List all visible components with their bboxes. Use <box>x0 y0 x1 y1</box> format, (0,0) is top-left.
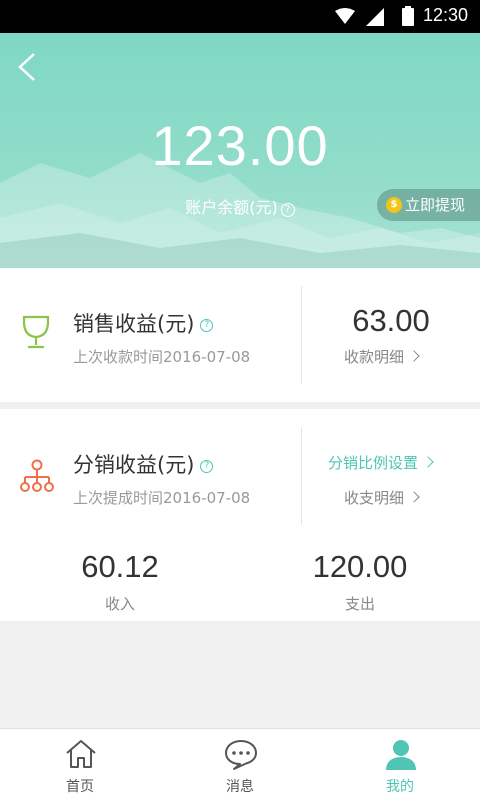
tab-messages[interactable]: 消息 <box>160 729 320 800</box>
sales-detail-link[interactable]: 收款明细 <box>344 346 420 367</box>
signal-icon <box>366 8 384 26</box>
balance-header: 123.00 账户余额(元)? $ 立即提现 <box>0 33 480 268</box>
balance-label: 账户余额(元) <box>185 198 278 217</box>
income-value: 60.12 <box>81 549 159 584</box>
status-bar: 12:30 <box>0 0 480 33</box>
expense-label: 支出 <box>344 595 375 613</box>
account-balance: 123.00 <box>151 114 329 177</box>
user-icon <box>386 740 416 770</box>
tab-messages-label: 消息 <box>226 779 254 795</box>
wifi-icon <box>335 8 355 24</box>
sales-title-row: 销售收益(元)? <box>73 308 214 338</box>
sales-last-time: 上次收款时间2016-07-08 <box>73 348 251 366</box>
distribution-ratio-label: 分销比例设置 <box>328 454 419 472</box>
bottom-tab-bar: 首页 消息 我的 <box>0 728 480 800</box>
chevron-right-icon <box>408 491 420 503</box>
trophy-icon <box>22 315 50 349</box>
sales-title: 销售收益(元) <box>73 312 195 336</box>
coin-icon: $ <box>386 197 402 213</box>
help-icon[interactable]: ? <box>200 460 214 473</box>
withdraw-button[interactable]: $ 立即提现 <box>377 189 480 221</box>
distribution-last-time: 上次提成时间2016-07-08 <box>73 489 251 507</box>
help-icon[interactable]: ? <box>200 319 214 332</box>
withdraw-label: 立即提现 <box>405 196 466 214</box>
status-time: 12:30 <box>422 5 468 25</box>
chevron-right-icon <box>408 350 420 362</box>
tab-mine[interactable]: 我的 <box>320 729 480 800</box>
sales-income-card: 销售收益(元)? 上次收款时间2016-07-08 63.00 收款明细 <box>0 268 480 402</box>
distribution-tree-icon <box>20 459 54 492</box>
message-icon <box>225 740 257 770</box>
battery-icon <box>402 6 414 26</box>
distribution-detail-label: 收支明细 <box>344 489 405 507</box>
help-icon[interactable]: ? <box>280 203 295 217</box>
distribution-income-card: 分销收益(元)? 上次提成时间2016-07-08 分销比例设置 收支明细 60… <box>0 409 480 621</box>
sales-amount: 63.00 <box>352 303 430 338</box>
chevron-right-icon <box>422 456 434 468</box>
tab-home-label: 首页 <box>66 779 94 795</box>
tab-home[interactable]: 首页 <box>0 729 160 800</box>
sales-detail-label: 收款明细 <box>344 348 405 366</box>
home-icon <box>66 740 96 768</box>
distribution-title-row: 分销收益(元)? <box>73 449 214 479</box>
tab-mine-label: 我的 <box>386 779 414 795</box>
expense-value: 120.00 <box>312 549 408 584</box>
distribution-title: 分销收益(元) <box>73 453 195 477</box>
distribution-detail-link[interactable]: 收支明细 <box>344 487 420 508</box>
distribution-ratio-link[interactable]: 分销比例设置 <box>328 452 434 473</box>
back-arrow-icon[interactable] <box>14 51 44 83</box>
income-label: 收入 <box>104 595 135 613</box>
divider <box>301 427 302 525</box>
